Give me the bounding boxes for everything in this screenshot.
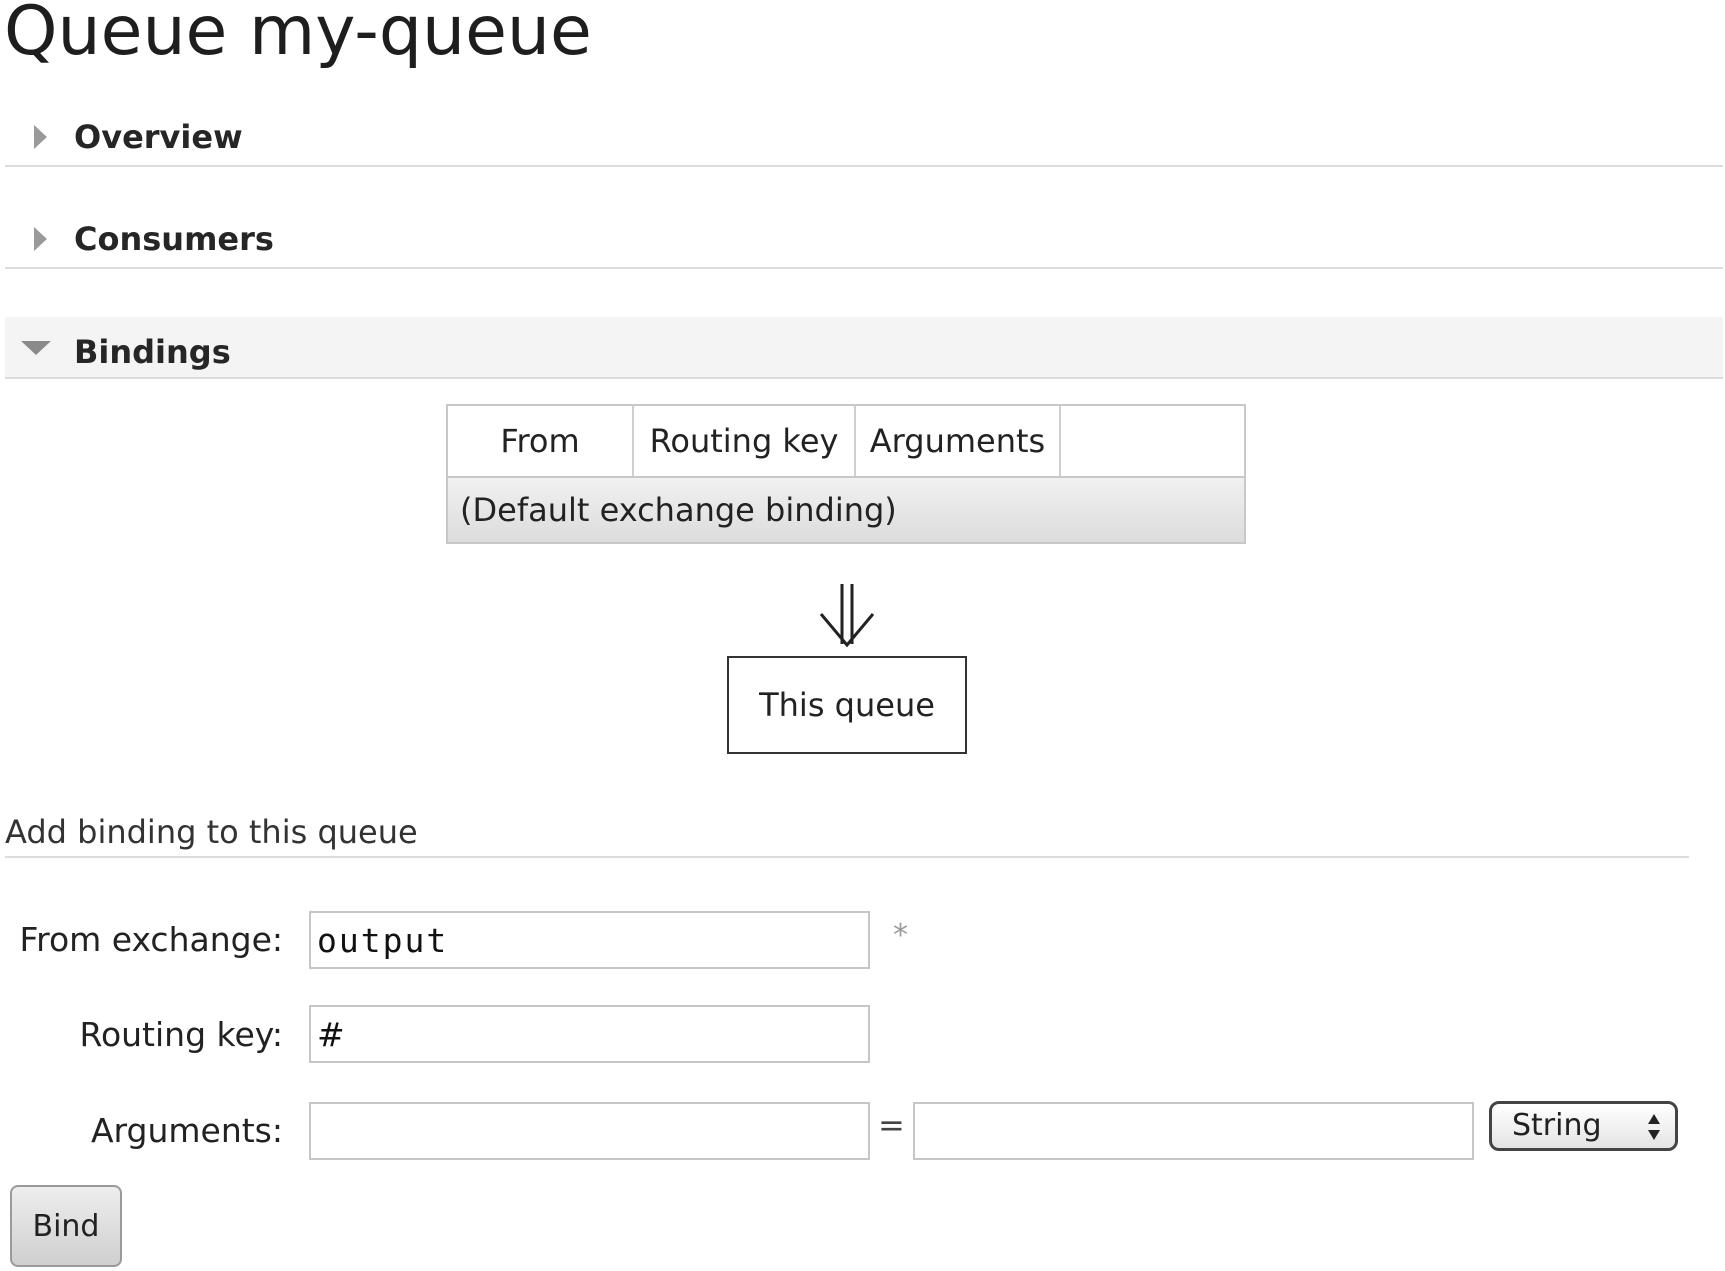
caret-right-icon xyxy=(34,125,47,149)
argument-value-input[interactable] xyxy=(913,1102,1474,1160)
section-consumers[interactable]: Consumers xyxy=(5,207,1723,269)
equals-sign: = xyxy=(878,1106,905,1144)
caret-right-icon xyxy=(34,227,47,251)
required-marker: * xyxy=(893,918,908,953)
arguments-label: Arguments: xyxy=(90,1111,283,1150)
bind-button[interactable]: Bind xyxy=(10,1185,122,1267)
section-overview[interactable]: Overview xyxy=(5,105,1723,167)
column-header-from: From xyxy=(448,406,634,476)
section-consumers-label: Consumers xyxy=(74,220,274,258)
routing-key-label: Routing key: xyxy=(79,1015,284,1054)
updown-arrows-icon xyxy=(1648,1114,1660,1140)
bindings-table: From Routing key Arguments (Default exch… xyxy=(446,404,1246,544)
caret-down-icon xyxy=(21,341,51,355)
section-overview-label: Overview xyxy=(74,118,243,156)
table-row[interactable]: (Default exchange binding) xyxy=(448,476,1244,542)
section-bindings-label: Bindings xyxy=(74,333,231,371)
routing-key-input[interactable] xyxy=(309,1005,870,1063)
column-header-actions xyxy=(1061,406,1244,476)
default-exchange-binding-text: (Default exchange binding) xyxy=(460,491,897,529)
argument-key-input[interactable] xyxy=(309,1102,870,1160)
column-header-arguments: Arguments xyxy=(856,406,1061,476)
double-down-arrow-icon xyxy=(819,584,875,648)
argument-type-selected: String xyxy=(1512,1108,1602,1143)
add-binding-heading: Add binding to this queue xyxy=(5,808,1689,858)
column-header-routing-key: Routing key xyxy=(634,406,856,476)
section-bindings[interactable]: Bindings xyxy=(5,317,1723,379)
argument-type-select[interactable]: String xyxy=(1489,1101,1678,1151)
page-title: Queue my-queue xyxy=(4,0,592,71)
from-exchange-label: From exchange: xyxy=(19,920,283,959)
this-queue-box: This queue xyxy=(727,656,967,754)
from-exchange-input[interactable] xyxy=(309,911,870,969)
